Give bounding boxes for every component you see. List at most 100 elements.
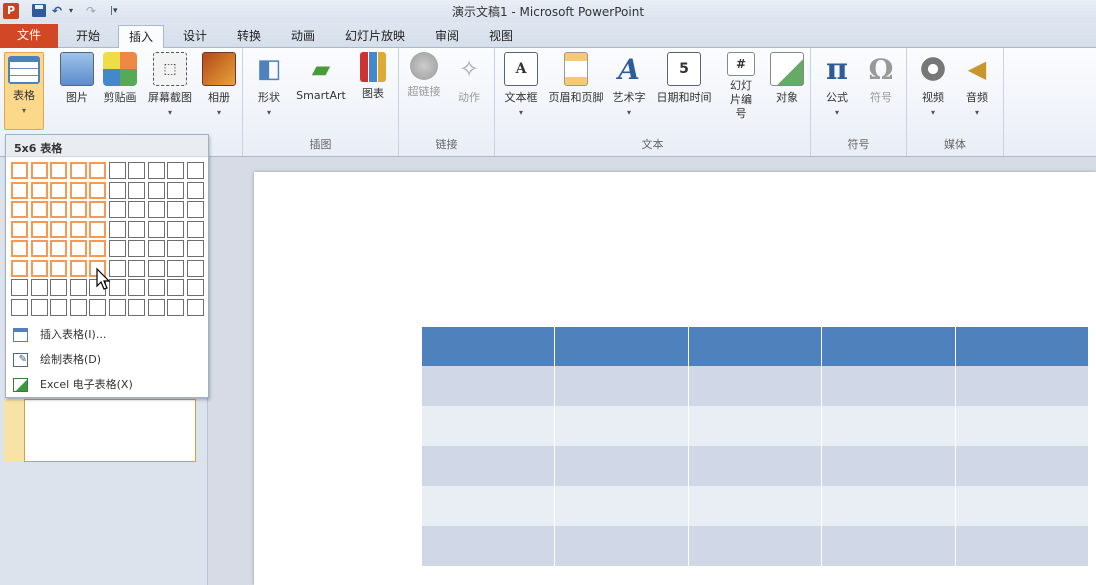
table-grid-cell[interactable] [167,220,184,238]
table-grid-cell[interactable] [30,201,48,218]
table-grid-cell[interactable] [108,162,126,179]
table-grid-cell[interactable] [167,162,184,179]
screenshot-button[interactable]: ⬚ 屏幕截图 ▾ [144,52,196,117]
tab-home[interactable]: 开始 [63,25,113,48]
table-grid-cell[interactable] [89,220,106,238]
clipart-button[interactable]: 剪贴画 [98,52,142,105]
table-grid-cell[interactable] [128,240,145,257]
table-grid-cell[interactable] [30,181,48,199]
table-grid-cell[interactable] [69,201,87,218]
table-grid-cell[interactable] [128,162,145,179]
table-grid-cell[interactable] [50,240,67,257]
table-grid-cell[interactable] [50,279,67,296]
picture-button[interactable]: 图片 [58,52,96,105]
object-button[interactable]: 对象 [767,52,807,105]
symbol-button[interactable]: Ω 符号 [863,52,899,105]
smartart-button[interactable]: ▰ SmartArt [291,52,351,102]
table-grid-cell[interactable] [50,181,67,199]
table-grid-cell[interactable] [69,279,87,296]
table-grid-cell[interactable] [30,298,48,316]
table-grid-cell[interactable] [30,220,48,238]
tab-review[interactable]: 审阅 [424,25,470,48]
table-grid-cell[interactable] [50,298,67,316]
table-grid-cell[interactable] [128,220,145,238]
table-grid-cell[interactable] [108,201,126,218]
table-grid-cell[interactable] [167,298,184,316]
table-grid-cell[interactable] [108,220,126,238]
tab-view[interactable]: 视图 [478,25,524,48]
table-grid-cell[interactable] [69,181,87,199]
table-grid-cell[interactable] [50,259,67,277]
table-grid-cell[interactable] [89,240,106,257]
table-grid-cell[interactable] [30,240,48,257]
chart-button[interactable]: 图表 [353,52,393,101]
table-grid-cell[interactable] [128,298,145,316]
table-grid-cell[interactable] [11,181,28,199]
table-grid-cell[interactable] [128,201,145,218]
insert-table-menu-item[interactable]: 插入表格(I)... [6,323,208,347]
table-grid-cell[interactable] [69,220,87,238]
tab-file[interactable]: 文件 [0,24,58,48]
wordart-button[interactable]: A 艺术字 ▾ [609,52,649,118]
table-grid-cell[interactable] [167,240,184,257]
draw-table-menu-item[interactable]: ✎ 绘制表格(D) [6,348,208,372]
table-grid-cell[interactable] [69,240,87,257]
slide-thumbnail[interactable] [24,399,196,462]
table-grid-cell[interactable] [69,298,87,316]
tab-design[interactable]: 设计 [172,25,218,48]
audio-button[interactable]: ◀ 音频 ▾ [957,52,997,117]
table-grid-cell[interactable] [147,181,165,199]
table-grid-cell[interactable] [30,162,48,179]
table-grid-cell[interactable] [108,240,126,257]
table-grid-cell[interactable] [11,259,28,277]
slide-table[interactable] [420,327,1090,566]
table-grid-cell[interactable] [186,201,204,218]
table-grid-cell[interactable] [167,181,184,199]
table-grid-cell[interactable] [50,162,67,179]
table-grid-cell[interactable] [167,279,184,296]
table-grid-cell[interactable] [186,181,204,199]
tab-insert[interactable]: 插入 [118,25,164,49]
table-grid-cell[interactable] [30,279,48,296]
table-grid-cell[interactable] [89,298,106,316]
video-button[interactable]: 视频 ▾ [913,52,953,117]
table-grid-cell[interactable] [147,201,165,218]
table-grid-cell[interactable] [147,279,165,296]
table-grid-cell[interactable] [89,201,106,218]
table-grid-cell[interactable] [147,162,165,179]
date-time-button[interactable]: 5 日期和时间 [651,52,717,105]
table-grid-cell[interactable] [147,259,165,277]
hyperlink-button[interactable]: 超链接 [403,52,445,99]
table-grid-cell[interactable] [69,162,87,179]
table-grid-cell[interactable] [147,220,165,238]
table-grid-cell[interactable] [128,181,145,199]
header-footer-button[interactable]: 页眉和页脚 [543,52,609,105]
table-grid-cell[interactable] [186,240,204,257]
album-button[interactable]: 相册 ▾ [200,52,238,117]
table-grid-cell[interactable] [11,240,28,257]
table-grid-cell[interactable] [128,279,145,296]
table-grid-cell[interactable] [186,259,204,277]
equation-button[interactable]: π 公式 ▾ [819,52,855,118]
textbox-button[interactable]: A 文本框 ▾ [499,52,543,117]
table-grid-cell[interactable] [186,279,204,296]
table-grid-cell[interactable] [167,201,184,218]
tab-transitions[interactable]: 转换 [226,25,272,48]
action-button[interactable]: ✧ 动作 [449,52,489,105]
table-grid-cell[interactable] [50,201,67,218]
table-grid-cell[interactable] [108,181,126,199]
table-grid-cell[interactable] [11,298,28,316]
table-grid-cell[interactable] [186,298,204,316]
table-grid-cell[interactable] [11,201,28,218]
table-grid-cell[interactable] [11,279,28,296]
excel-spreadsheet-menu-item[interactable]: Excel 电子表格(X) [6,373,208,397]
shapes-button[interactable]: ◧ 形状 ▾ [251,52,287,117]
tab-animations[interactable]: 动画 [280,25,326,48]
table-grid-cell[interactable] [89,181,106,199]
slide-number-button[interactable]: # 幻灯片编号 [717,52,765,121]
table-grid-cell[interactable] [167,259,184,277]
table-grid-cell[interactable] [11,162,28,179]
table-button[interactable]: 表格 ▾ [4,52,44,130]
table-grid-cell[interactable] [30,259,48,277]
table-grid-cell[interactable] [147,240,165,257]
